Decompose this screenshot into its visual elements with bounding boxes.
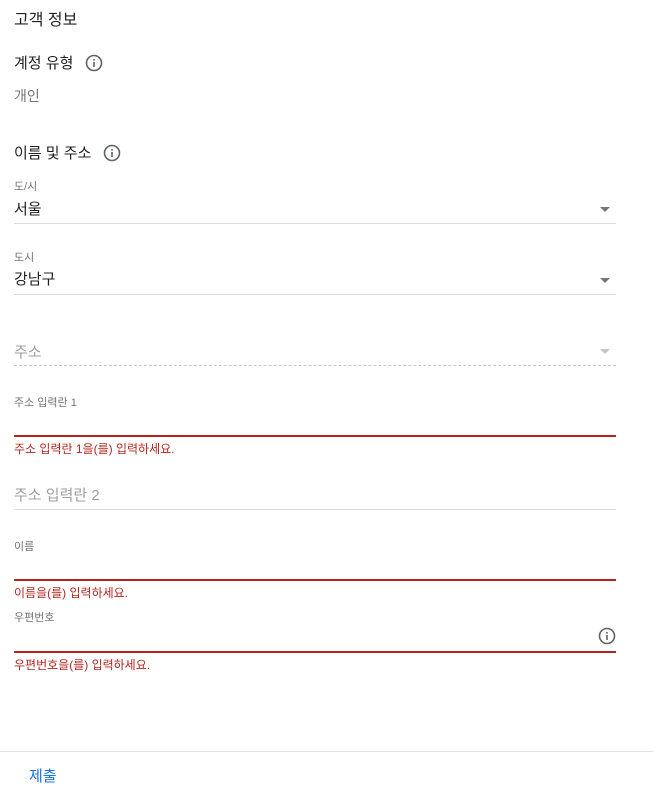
- name-label: 이름: [14, 541, 35, 553]
- page-title: 고객 정보: [14, 12, 78, 29]
- name-underline: [14, 579, 616, 581]
- city-dropdown[interactable]: 도시 강남구: [14, 249, 616, 295]
- address-line1-underline: [14, 435, 616, 437]
- province-dropdown[interactable]: 도/시 서울: [14, 178, 616, 224]
- address-line2-field[interactable]: 주소 입력란 2: [14, 482, 616, 510]
- address-line1-error: 주소 입력란 1을(를) 입력하세요.: [14, 442, 175, 456]
- address-underline: [14, 365, 616, 366]
- postal-code-field[interactable]: 우편번호 우편번호을(를) 입력하세요.: [14, 607, 616, 672]
- name-address-label: 이름 및 주소: [14, 145, 92, 162]
- postal-code-error: 우편번호을(를) 입력하세요.: [14, 658, 151, 672]
- account-type-heading: 계정 유형: [14, 52, 103, 73]
- address-line1-field[interactable]: 주소 입력란 1 주소 입력란 1을(를) 입력하세요.: [14, 392, 616, 456]
- city-value: 강남구: [14, 271, 56, 288]
- address-line2-underline: [14, 509, 616, 510]
- info-icon[interactable]: [598, 627, 616, 645]
- name-error: 이름을(를) 입력하세요.: [14, 586, 129, 600]
- info-icon[interactable]: [103, 144, 121, 162]
- dropdown-arrow-icon: [600, 349, 610, 354]
- name-field[interactable]: 이름 이름을(를) 입력하세요.: [14, 536, 616, 600]
- name-address-heading: 이름 및 주소: [14, 142, 121, 163]
- address-line2-placeholder: 주소 입력란 2: [14, 487, 100, 504]
- city-underline: [14, 294, 616, 295]
- dropdown-arrow-icon: [600, 278, 610, 283]
- account-type-label: 계정 유형: [14, 55, 74, 72]
- address-line1-label: 주소 입력란 1: [14, 397, 77, 409]
- postal-code-underline: [14, 651, 616, 653]
- postal-code-label: 우편번호: [14, 612, 55, 624]
- submit-button[interactable]: 제출: [29, 765, 57, 786]
- account-type-value: 개인: [14, 88, 40, 104]
- dropdown-arrow-icon: [600, 207, 610, 212]
- info-icon[interactable]: [85, 54, 103, 72]
- city-label: 도시: [14, 252, 35, 264]
- address-dropdown[interactable]: 주소: [14, 338, 616, 366]
- province-underline: [14, 223, 616, 224]
- footer-divider: [0, 751, 653, 752]
- province-label: 도/시: [14, 181, 38, 193]
- province-value: 서울: [14, 201, 42, 218]
- address-placeholder: 주소: [14, 344, 42, 361]
